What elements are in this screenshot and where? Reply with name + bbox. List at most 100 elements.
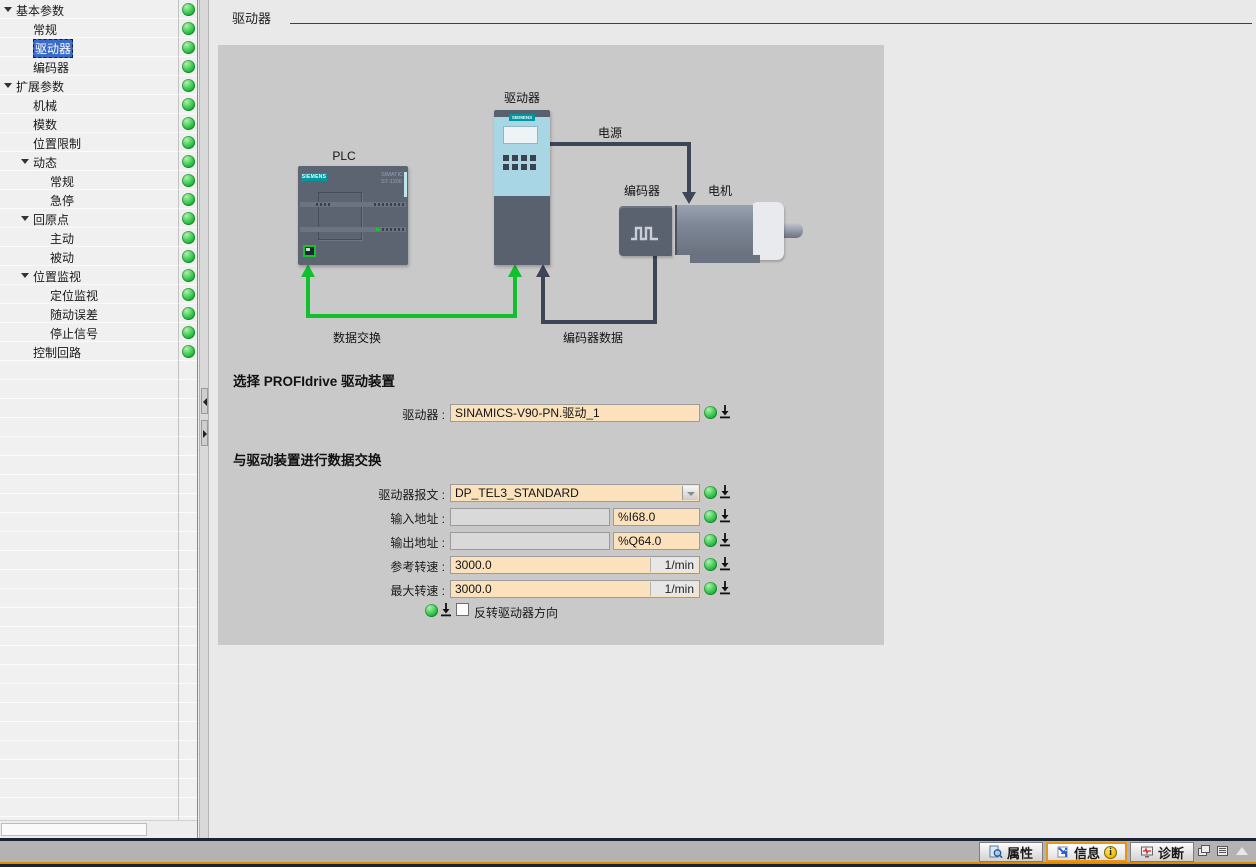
tree-item-content[interactable]: 位置限制 — [0, 133, 178, 152]
status-cell — [178, 95, 197, 114]
pane-splitter[interactable] — [199, 0, 209, 838]
tree-item-label[interactable]: 动态 — [33, 154, 57, 171]
dropdown-button[interactable] — [682, 486, 698, 500]
tree-empty-cell — [0, 722, 178, 741]
tree-item-label[interactable]: 位置监视 — [33, 268, 81, 285]
tree-empty-cell — [0, 646, 178, 665]
sidebar-item-定位监视[interactable]: 定位监视 — [0, 285, 197, 304]
tree-item-content[interactable]: 控制回路 — [0, 342, 178, 361]
sidebar-item-基本参数[interactable]: 基本参数 — [0, 0, 197, 19]
sidebar-item-扩展参数[interactable]: 扩展参数 — [0, 76, 197, 95]
tree-item-label[interactable]: 停止信号 — [50, 325, 98, 342]
sidebar-item-驱动器[interactable]: 驱动器 — [0, 38, 197, 57]
sidebar-item-模数[interactable]: 模数 — [0, 114, 197, 133]
telegram-select-field[interactable]: DP_TEL3_STANDARD — [450, 484, 700, 502]
sidebar-item-常规[interactable]: 常规 — [0, 171, 197, 190]
tree-item-label[interactable]: 控制回路 — [33, 344, 81, 361]
tree-item-label[interactable]: 基本参数 — [16, 2, 64, 19]
sidebar-item-机械[interactable]: 机械 — [0, 95, 197, 114]
address-name-field[interactable] — [450, 532, 610, 550]
download-link-icon[interactable] — [719, 484, 731, 499]
tree-item-content[interactable]: 常规 — [0, 171, 178, 190]
tree-item-label[interactable]: 被动 — [50, 249, 74, 266]
sidebar-horizontal-scrollbar[interactable] — [0, 820, 197, 838]
tree-item-label[interactable]: 常规 — [50, 173, 74, 190]
status-cell — [178, 456, 197, 475]
tab-diagnostics[interactable]: 诊断 — [1130, 842, 1194, 862]
tree-item-label[interactable]: 扩展参数 — [16, 78, 64, 95]
tree-item-label[interactable]: 回原点 — [33, 211, 69, 228]
tree-item-content[interactable]: 定位监视 — [0, 285, 178, 304]
scrollbar-thumb[interactable] — [1, 823, 147, 836]
sidebar-item-位置限制[interactable]: 位置限制 — [0, 133, 197, 152]
address-value-field[interactable]: %I68.0 — [613, 508, 700, 526]
expand-right-button[interactable] — [201, 420, 208, 446]
download-link-icon[interactable] — [719, 508, 731, 523]
expand-triangle-icon[interactable] — [21, 216, 29, 221]
sidebar-item-位置监视[interactable]: 位置监视 — [0, 266, 197, 285]
status-ok-icon — [704, 486, 717, 499]
sidebar-item-控制回路[interactable]: 控制回路 — [0, 342, 197, 361]
address-name-field[interactable] — [450, 508, 610, 526]
speed-value-field[interactable]: 3000.01/min — [450, 556, 700, 574]
tab-info[interactable]: 信息i — [1046, 842, 1127, 862]
tree-item-content[interactable]: 常规 — [0, 19, 178, 38]
float-panel-icon[interactable] — [1198, 845, 1210, 857]
tree-item-content[interactable]: 驱动器 — [0, 38, 178, 57]
sidebar-item-随动误差[interactable]: 随动误差 — [0, 304, 197, 323]
tree-item-content[interactable]: 机械 — [0, 95, 178, 114]
download-link-icon[interactable] — [719, 404, 731, 419]
tree-item-content[interactable]: 编码器 — [0, 57, 178, 76]
download-link-icon[interactable] — [719, 556, 731, 571]
tree-item-label[interactable]: 模数 — [33, 116, 57, 133]
tree-item-content[interactable]: 被动 — [0, 247, 178, 266]
sidebar-item-主动[interactable]: 主动 — [0, 228, 197, 247]
speed-value-field[interactable]: 3000.01/min — [450, 580, 700, 598]
tree-item-content[interactable]: 主动 — [0, 228, 178, 247]
dock-panel-icon[interactable] — [1217, 845, 1229, 857]
sidebar-item-急停[interactable]: 急停 — [0, 190, 197, 209]
tree-item-label[interactable]: 随动误差 — [50, 306, 98, 323]
tree-item-label[interactable]: 常规 — [33, 21, 57, 38]
tree-item-label[interactable]: 驱动器 — [33, 39, 73, 58]
tree-item-label[interactable]: 编码器 — [33, 59, 69, 76]
drive-name-field[interactable]: SINAMICS-V90-PN.驱动_1 — [450, 404, 700, 422]
tree-item-content[interactable]: 停止信号 — [0, 323, 178, 342]
tree-item-content[interactable]: 回原点 — [0, 209, 178, 228]
tree-item-content[interactable]: 基本参数 — [0, 0, 178, 19]
tree-item-content[interactable]: 扩展参数 — [0, 76, 178, 95]
tree-item-label[interactable]: 急停 — [50, 192, 74, 209]
tab-properties[interactable]: 属性 — [979, 842, 1043, 862]
status-ok-icon — [704, 582, 717, 595]
status-ok-icon — [704, 406, 717, 419]
tree-item-content[interactable]: 随动误差 — [0, 304, 178, 323]
tree-item-label[interactable]: 主动 — [50, 230, 74, 247]
tree-item-content[interactable]: 动态 — [0, 152, 178, 171]
sidebar-item-停止信号[interactable]: 停止信号 — [0, 323, 197, 342]
sidebar-item-回原点[interactable]: 回原点 — [0, 209, 197, 228]
invert-direction-checkbox[interactable] — [456, 603, 469, 616]
expand-triangle-icon[interactable] — [4, 7, 12, 12]
status-ok-icon — [182, 345, 195, 358]
tree-item-label[interactable]: 定位监视 — [50, 287, 98, 304]
tree-item-content[interactable]: 急停 — [0, 190, 178, 209]
download-link-icon[interactable] — [719, 532, 731, 547]
expand-triangle-icon[interactable] — [21, 159, 29, 164]
tree-item-content[interactable]: 位置监视 — [0, 266, 178, 285]
tree-item-label[interactable]: 位置限制 — [33, 135, 81, 152]
sidebar-item-常规[interactable]: 常规 — [0, 19, 197, 38]
download-link-icon[interactable] — [719, 580, 731, 595]
expand-triangle-icon[interactable] — [4, 83, 12, 88]
collapse-left-button[interactable] — [201, 388, 208, 414]
download-link-icon[interactable] — [440, 602, 452, 617]
address-value-field[interactable]: %Q64.0 — [613, 532, 700, 550]
expand-triangle-icon[interactable] — [21, 273, 29, 278]
sidebar-item-编码器[interactable]: 编码器 — [0, 57, 197, 76]
field-label: 输出地址 : — [270, 534, 445, 551]
collapse-panel-icon[interactable] — [1236, 847, 1248, 855]
tree-item-content[interactable]: 模数 — [0, 114, 178, 133]
sidebar-item-动态[interactable]: 动态 — [0, 152, 197, 171]
tree-empty-row — [0, 703, 197, 722]
sidebar-item-被动[interactable]: 被动 — [0, 247, 197, 266]
tree-item-label[interactable]: 机械 — [33, 97, 57, 114]
